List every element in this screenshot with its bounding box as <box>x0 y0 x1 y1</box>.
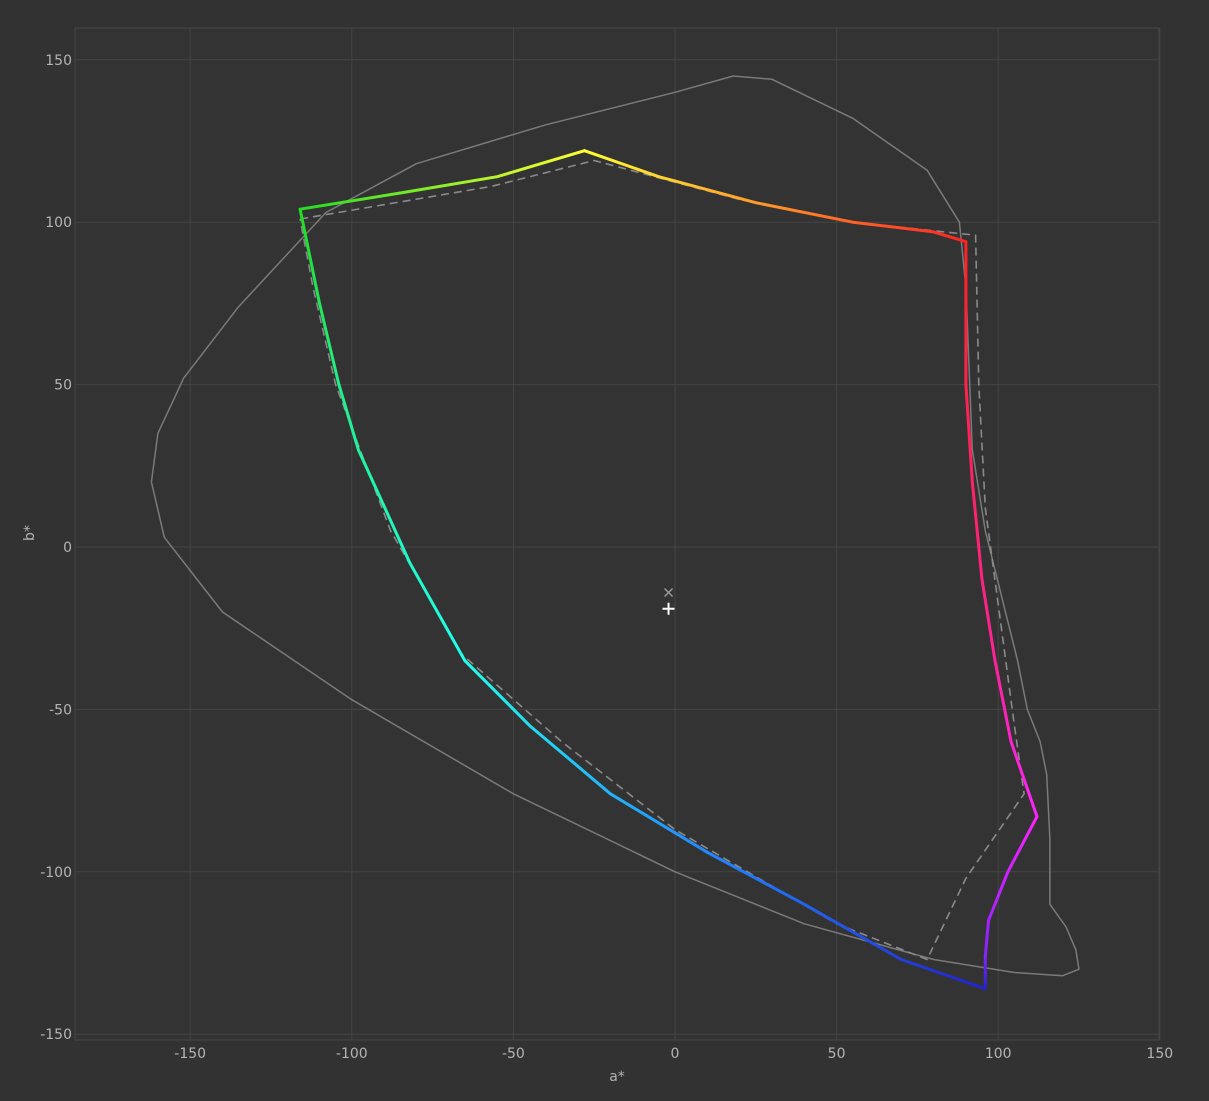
x-tick-label: 0 <box>671 1046 680 1062</box>
x-tick-label: 100 <box>985 1046 1012 1062</box>
x-tick-label: -150 <box>174 1046 206 1062</box>
x-tick-label: 50 <box>828 1046 846 1062</box>
x-tick-label: -50 <box>502 1046 525 1062</box>
gamut-chart: -150 -100 -50 0 50 100 150 -150 -100 -50 0 50 100 150… <box>22 27 1173 1085</box>
y-tick-label: 50 <box>54 378 72 394</box>
x-tick-label: 150 <box>1146 1046 1173 1062</box>
y-tick-label: -100 <box>40 865 72 881</box>
plot-area <box>74 27 1160 1041</box>
y-tick-label: 100 <box>45 215 72 231</box>
y-tick-label: 150 <box>45 53 72 69</box>
x-axis-label: a* <box>609 1069 625 1085</box>
y-axis-label: b* <box>22 525 38 541</box>
x-tick-label: -100 <box>336 1046 368 1062</box>
y-tick-label: 0 <box>63 540 72 556</box>
y-tick-label: -150 <box>40 1027 72 1043</box>
y-tick-label: -50 <box>49 702 72 718</box>
